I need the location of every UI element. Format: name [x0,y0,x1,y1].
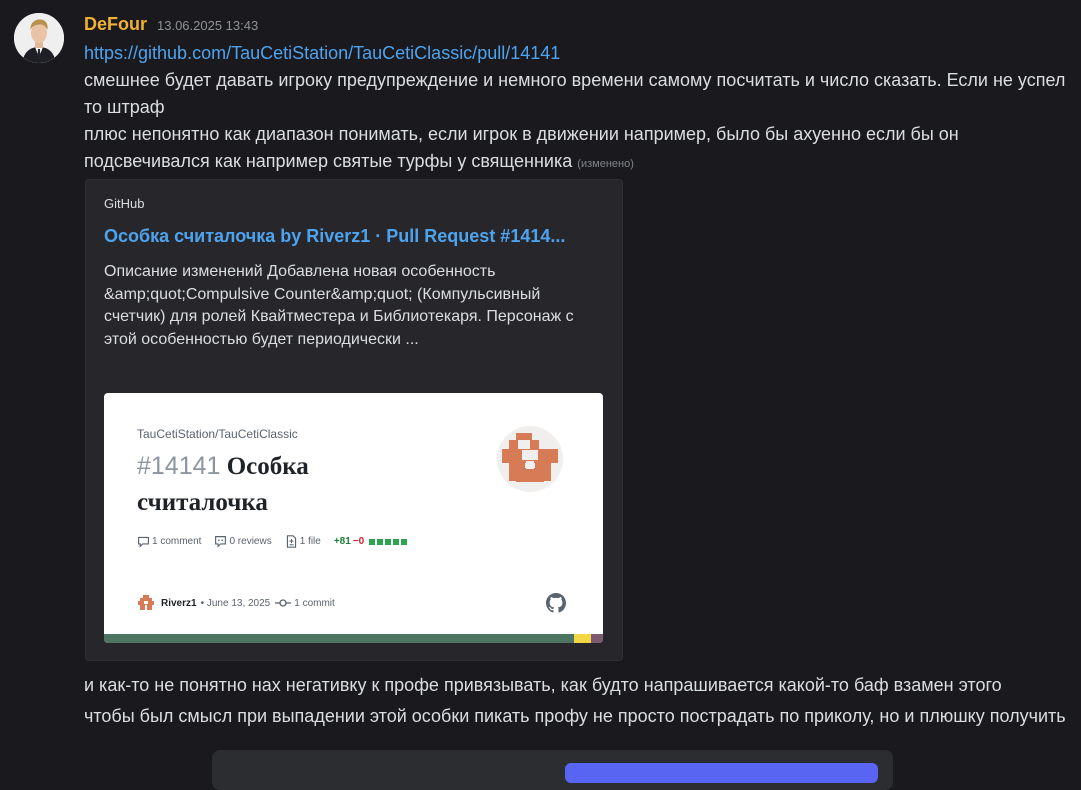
user-avatar[interactable] [14,13,64,63]
commit-icon [275,599,292,607]
message-content: https://github.com/TauCetiStation/TauCet… [84,40,1069,178]
language-bar-segment [574,634,591,643]
card-title: #14141 Особка считалочка [137,448,437,521]
review-icon [215,536,227,548]
message-paragraph: чтобы был смысл при выпадении этой особк… [84,706,1066,726]
message-paragraph: и как-то не понятно нах негативку к проф… [84,675,1002,695]
comment-icon [138,536,149,548]
popup-action-button[interactable] [565,763,878,783]
card-date: • June 13, 2025 [200,597,271,609]
diffstat-bar [369,538,408,545]
reviews-stat: 0 reviews [214,535,272,548]
link-embed: GitHub Особка считалочка by Riverz1 · Pu… [85,179,623,661]
message-header: DeFour 13.06.2025 13:43 [84,14,258,35]
diffstat-block [377,538,384,545]
diffstat-block [385,538,392,545]
edited-label: (изменено) [577,158,634,170]
file-diff-icon [286,535,296,548]
chat-message: DeFour 13.06.2025 13:43 https://github.c… [0,0,1081,790]
message-timestamp: 13.06.2025 13:43 [157,18,259,33]
comments-count: 1 comment [152,536,202,547]
card-stats: 1 comment 0 reviews 1 file +81 −0 [137,535,408,548]
message-content-continued: и как-то не понятно нах негативку к проф… [84,672,1069,734]
card-repo-name: TauCetiStation/TauCetiClassic [137,427,298,441]
files-stat: 1 file [285,535,321,548]
message-paragraph: смешнее будет давать игроку предупрежден… [84,70,1066,117]
author-avatar-icon [138,595,154,610]
pull-request-link[interactable]: https://github.com/TauCetiStation/TauCet… [84,43,560,63]
diffstat-block [393,538,400,545]
author-name[interactable]: DeFour [84,14,147,35]
avatar-portrait-icon [14,13,64,63]
language-bar-segment [591,634,603,643]
diffstat-block [401,538,408,545]
embed-provider[interactable]: GitHub [104,196,144,211]
card-commits: 1 commit [294,597,335,609]
diffstat-block [369,538,376,545]
github-icon [546,593,566,613]
language-color-bar [104,634,603,643]
embed-title-link[interactable]: Особка считалочка by Riverz1 · Pull Requ… [104,226,565,247]
embed-preview-image[interactable]: TauCetiStation/TauCetiClassic #14141 Осо… [104,393,603,643]
bottom-popup [212,750,893,790]
message-paragraph: плюс непонятно как диапазон понимать, ес… [84,121,1069,178]
card-footer: Riverz1 • June 13, 2025 1 commit [137,594,335,612]
repo-logo-icon [497,426,563,492]
card-author: Riverz1 [161,597,197,609]
files-count: 1 file [299,536,321,547]
additions-count: +81 [333,536,351,547]
embed-description: Описание изменений Добавлена новая особе… [104,263,574,348]
message-paragraph-text: плюс непонятно как диапазон понимать, ес… [84,124,959,171]
comments-stat: 1 comment [137,535,201,548]
deletions-count: −0 [352,536,365,547]
reviews-count: 0 reviews [229,536,272,547]
language-bar-segment [104,634,574,643]
card-pr-number: #14141 [137,452,221,480]
